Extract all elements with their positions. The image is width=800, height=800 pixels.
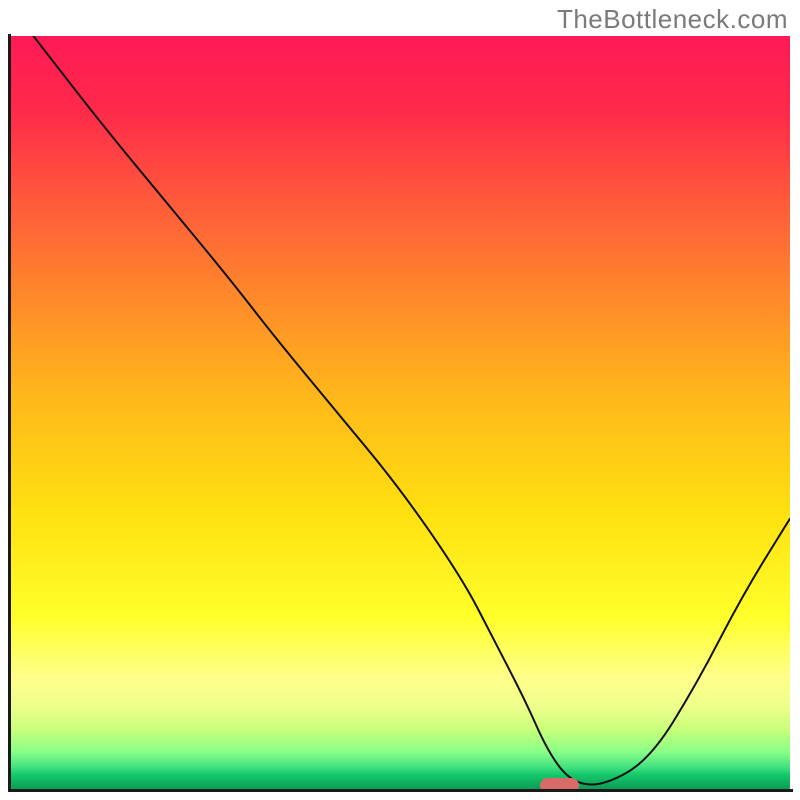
watermark-text: TheBottleneck.com [557, 4, 788, 35]
bottleneck-curve [10, 36, 790, 790]
plot-area [10, 36, 790, 790]
x-axis [8, 789, 793, 792]
chart-container: TheBottleneck.com [0, 0, 800, 800]
y-axis [8, 34, 11, 792]
